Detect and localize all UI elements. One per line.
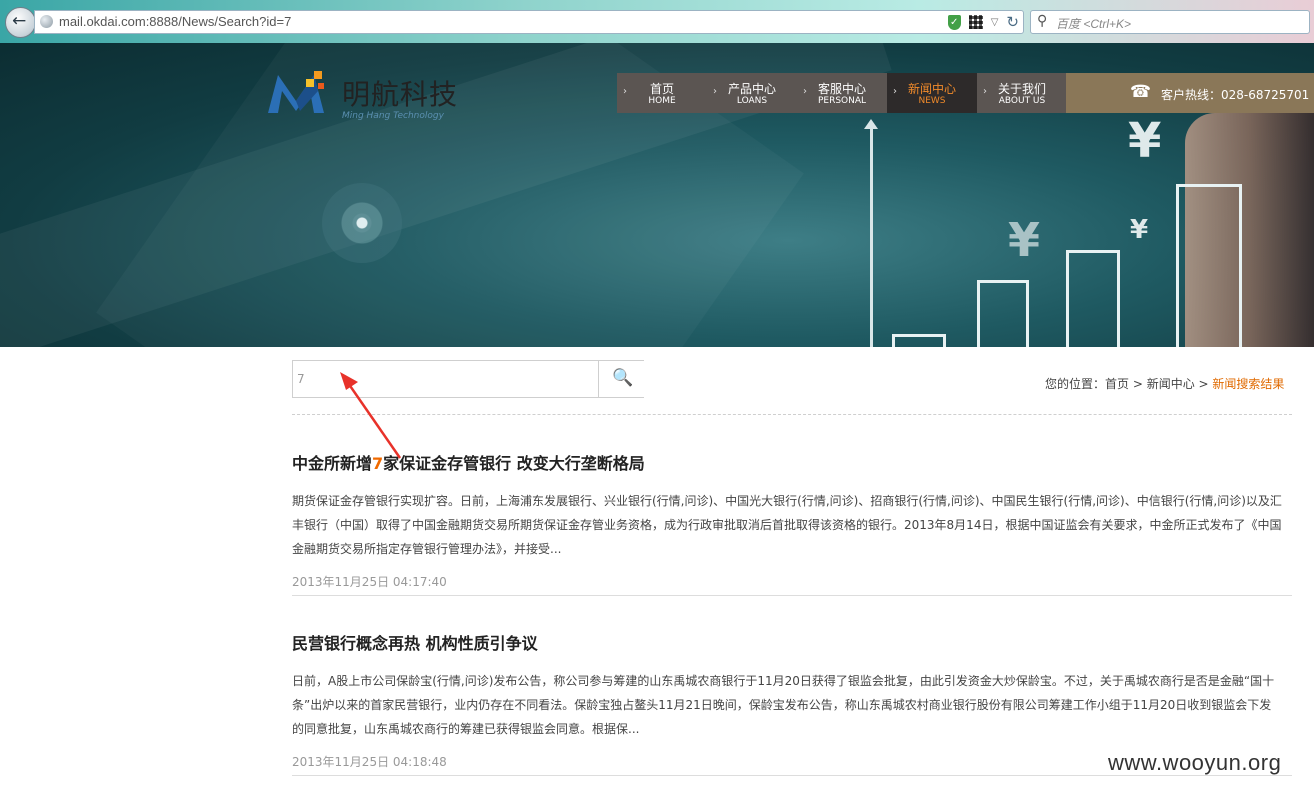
browser-toolbar: ← mail.okdai.com:8888/News/Search?id=7 ✓… <box>0 0 1314 43</box>
shield-icon[interactable]: ✓ <box>947 14 961 30</box>
dropdown-icon[interactable]: ▽ <box>991 17 999 28</box>
news-item: 民营银行概念再热 机构性质引争议 日前，A股上市公司保龄宝(行情,问诊)发布公告… <box>292 630 1282 770</box>
back-button[interactable]: ← <box>5 7 36 38</box>
target-graphic <box>322 183 402 263</box>
nav-sublabel: LOANS <box>736 96 768 106</box>
reload-icon[interactable]: ↻ <box>1006 13 1019 31</box>
breadcrumb-separator: > <box>1129 377 1147 391</box>
search-button[interactable]: 🔍 <box>598 361 644 397</box>
nav-loans[interactable]: › 产品中心 LOANS <box>707 73 797 113</box>
yen-symbol-icon: ¥ <box>1008 213 1041 267</box>
hotline-text: 客户热线：028-68725701 <box>1161 88 1310 102</box>
logo-mark-icon <box>268 71 324 113</box>
news-title[interactable]: 中金所新增7家保证金存管银行 改变大行垄断格局 <box>292 450 1282 474</box>
chart-bar-graphic <box>1176 184 1242 347</box>
news-summary: 日前，A股上市公司保龄宝(行情,问诊)发布公告，称公司参与筹建的山东禹城农商银行… <box>292 674 1275 736</box>
news-divider <box>292 595 1292 596</box>
phone-icon: ☎ <box>1130 82 1152 102</box>
breadcrumb-prefix: 您的位置： <box>1045 377 1106 391</box>
breadcrumb-section[interactable]: 新闻中心 <box>1147 377 1195 391</box>
main-navigation: › 首页 HOME › 产品中心 LOANS › 客服中心 PERSONAL ›… <box>617 73 1067 113</box>
watermark: www.wooyun.org <box>1108 750 1282 775</box>
chart-bar-graphic <box>977 280 1029 347</box>
nav-sublabel: HOME <box>648 96 676 106</box>
news-item: 中金所新增7家保证金存管银行 改变大行垄断格局 期货保证金存管银行实现扩容。日前… <box>292 450 1282 590</box>
yen-symbol-icon: ¥ <box>1128 113 1162 169</box>
browser-search-placeholder: 百度 <Ctrl+K> <box>1056 17 1132 31</box>
nav-sublabel: ABOUT US <box>998 96 1046 106</box>
yen-symbol-icon: ¥ <box>1130 215 1149 245</box>
breadcrumb-home[interactable]: 首页 <box>1105 377 1129 391</box>
nav-sublabel: PERSONAL <box>817 96 867 106</box>
breadcrumb: 您的位置：首页 > 新闻中心 > 新闻搜索结果 <box>1045 375 1284 392</box>
hero-banner: 明航科技 Ming Hang Technology › 首页 HOME › 产品… <box>0 43 1314 347</box>
qr-code-icon[interactable] <box>968 15 983 29</box>
annotation-arrow-icon <box>340 372 402 459</box>
url-text[interactable]: mail.okdai.com:8888/News/Search?id=7 <box>59 14 291 29</box>
nav-label: 首页 <box>649 82 674 96</box>
dashed-divider <box>292 414 1292 415</box>
chart-bar-graphic <box>1066 250 1120 347</box>
chart-axis-arrow <box>864 119 878 347</box>
breadcrumb-separator: > <box>1194 377 1213 391</box>
back-arrow-icon: ← <box>12 11 27 31</box>
nav-news[interactable]: › 新闻中心 NEWS <box>887 73 977 113</box>
nav-label: 新闻中心 <box>907 82 956 96</box>
search-icon: ⚲ <box>1037 13 1048 29</box>
nav-personal[interactable]: › 客服中心 PERSONAL <box>797 73 887 113</box>
breadcrumb-current: 新闻搜索结果 <box>1212 377 1285 391</box>
logo-subtext: Ming Hang Technology <box>342 111 444 121</box>
globe-icon <box>40 15 53 28</box>
news-title[interactable]: 民营银行概念再热 机构性质引争议 <box>292 630 1282 654</box>
address-bar[interactable]: mail.okdai.com:8888/News/Search?id=7 ✓ ▽… <box>34 10 1024 34</box>
news-date: 2013年11月25日 04:17:40 <box>292 575 447 589</box>
news-summary: 期货保证金存管银行实现扩容。日前，上海浦东发展银行、兴业银行(行情,问诊)、中国… <box>292 494 1282 556</box>
browser-search-box[interactable]: ⚲ 百度 <Ctrl+K> <box>1030 10 1310 34</box>
nav-home[interactable]: › 首页 HOME <box>617 73 707 113</box>
nav-about[interactable]: › 关于我们 ABOUT US <box>977 73 1067 113</box>
chart-bar-graphic <box>892 334 946 347</box>
logo-text: 明航科技 <box>342 78 459 111</box>
nav-label: 关于我们 <box>997 82 1046 96</box>
search-icon: 🔍 <box>612 368 634 388</box>
site-logo[interactable]: 明航科技 Ming Hang Technology <box>266 53 466 121</box>
nav-sublabel: NEWS <box>918 96 946 106</box>
nav-label: 产品中心 <box>727 82 776 96</box>
hotline-box: ☎ 客户热线：028-68725701 <box>1066 73 1314 113</box>
nav-label: 客服中心 <box>817 82 866 96</box>
